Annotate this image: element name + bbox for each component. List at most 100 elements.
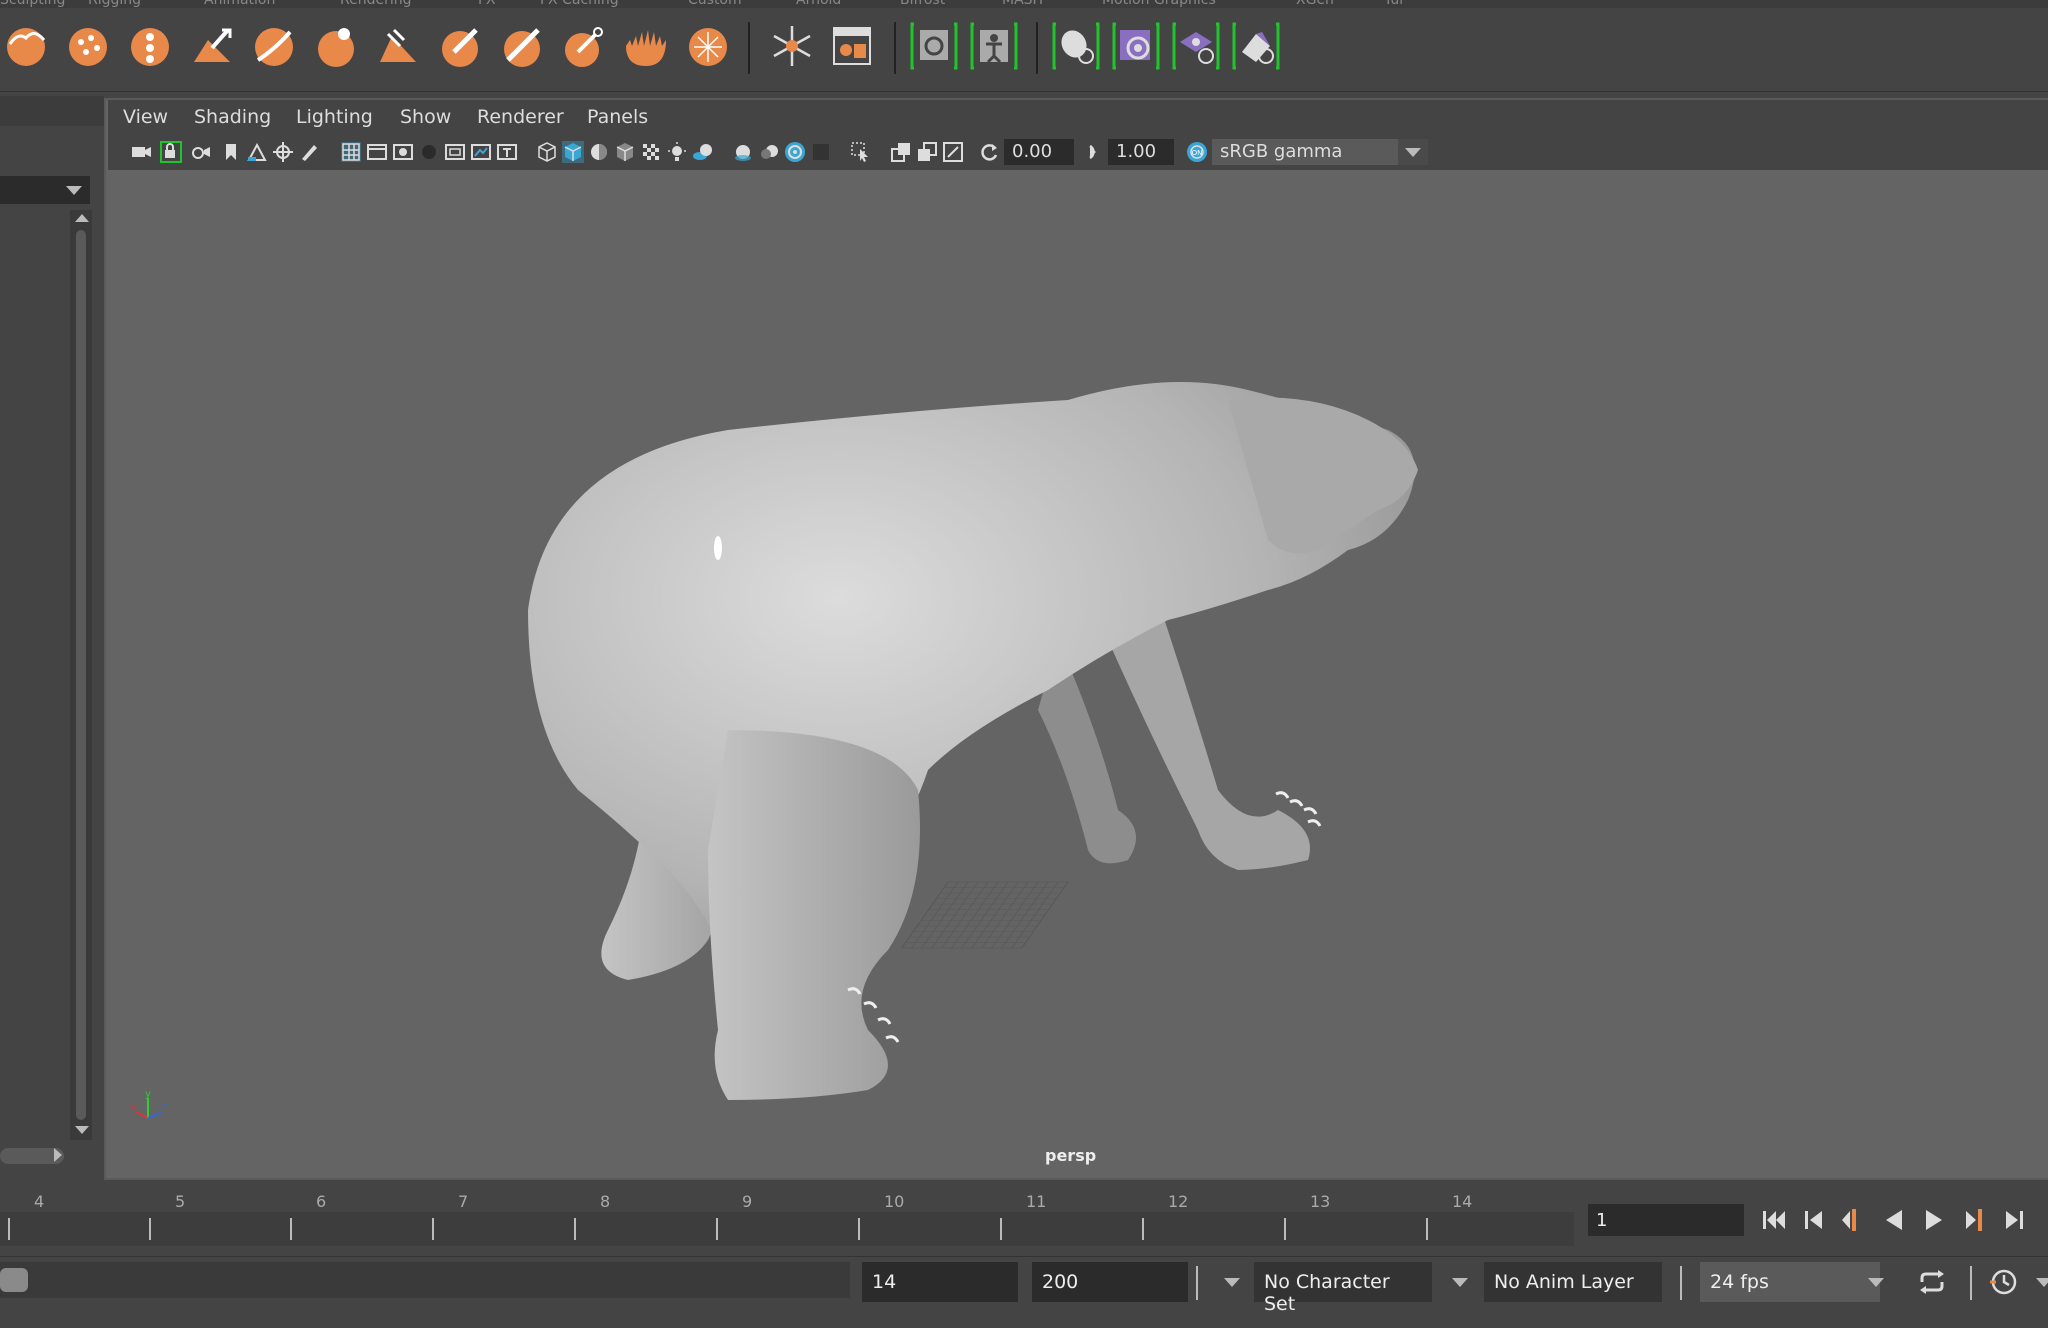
playback-end-field[interactable]: 14	[862, 1262, 1018, 1302]
wireframe-icon[interactable]	[536, 141, 558, 163]
bifrost-graph-icon[interactable]	[910, 22, 958, 70]
depth-of-field-icon[interactable]	[810, 141, 832, 163]
step-back-frame-icon[interactable]	[1840, 1206, 1868, 1234]
uv-editor-icon[interactable]	[828, 22, 876, 70]
mash-distribute-icon[interactable]	[1112, 22, 1160, 70]
motion-blur-icon[interactable]	[758, 141, 780, 163]
foamy-tool-icon[interactable]	[374, 22, 422, 70]
chevron-down-icon[interactable]	[1224, 1278, 1240, 1287]
menu-view[interactable]: View	[123, 106, 168, 128]
menu-renderer[interactable]: Renderer	[477, 106, 564, 128]
menu-shading[interactable]: Shading	[194, 106, 271, 128]
xray-joints-icon[interactable]	[916, 141, 938, 163]
time-slider-track[interactable]	[0, 1212, 1574, 1246]
loop-icon[interactable]	[1916, 1268, 1948, 1296]
shelf-tab[interactable]: Custom	[688, 0, 742, 8]
left-scroll-thumb[interactable]	[76, 230, 86, 1120]
2d-pan-zoom-icon[interactable]	[272, 141, 294, 163]
image-plane-icon[interactable]	[246, 141, 268, 163]
bifrost-character-icon[interactable]	[970, 22, 1018, 70]
isolate-select-icon[interactable]	[850, 141, 872, 163]
gamma-reset-icon[interactable]	[1082, 141, 1104, 163]
freeze-tool-icon[interactable]	[768, 22, 816, 70]
step-forward-frame-icon[interactable]	[1962, 1206, 1990, 1234]
3d-viewport[interactable]: x y z	[108, 170, 2048, 1176]
scroll-down-icon[interactable]	[75, 1126, 89, 1134]
xray-icon[interactable]	[890, 141, 912, 163]
bookmark-icon[interactable]	[220, 141, 242, 163]
spray-tool-icon[interactable]	[436, 22, 484, 70]
multisample-aa-icon[interactable]	[784, 141, 806, 163]
screen-space-ao-icon[interactable]	[732, 141, 754, 163]
safe-action-icon[interactable]	[470, 141, 492, 163]
exposure-field[interactable]: 0.00	[1004, 139, 1074, 165]
mash-network-icon[interactable]	[1172, 22, 1220, 70]
grid-icon[interactable]	[340, 141, 362, 163]
shelf-tab[interactable]: XGen	[1296, 0, 1334, 8]
sculpt-tool-icon[interactable]	[2, 22, 50, 70]
step-back-key-icon[interactable]	[1800, 1206, 1828, 1234]
textured-icon[interactable]	[640, 141, 662, 163]
flatten-tool-icon[interactable]	[312, 22, 360, 70]
grab-tool-icon[interactable]	[188, 22, 236, 70]
shadows-icon[interactable]	[692, 141, 714, 163]
film-gate-icon[interactable]	[366, 141, 388, 163]
shelf-tab[interactable]: Motion Graphics	[1102, 0, 1216, 8]
shelf-tab[interactable]: FX Caching	[540, 0, 619, 8]
mash-create-icon[interactable]	[1052, 22, 1100, 70]
shelf-tab[interactable]: Bifrost	[900, 0, 945, 8]
play-forwards-icon[interactable]	[1920, 1206, 1948, 1234]
play-backwards-icon[interactable]	[1880, 1206, 1908, 1234]
default-material-icon[interactable]	[588, 141, 610, 163]
resolution-gate-icon[interactable]	[392, 141, 414, 163]
scrape-tool-icon[interactable]	[684, 22, 732, 70]
wax-tool-icon[interactable]	[622, 22, 670, 70]
color-management-toggle-icon[interactable]: ON	[1186, 141, 1208, 163]
shelf-tab[interactable]: Tur	[1384, 0, 1405, 8]
animation-preferences-icon[interactable]	[1988, 1266, 2020, 1298]
smooth-shade-icon[interactable]	[562, 141, 584, 163]
wireframe-on-shaded-icon[interactable]	[614, 141, 636, 163]
shelf-tab[interactable]: MASH	[1002, 0, 1043, 8]
smooth-tool-icon[interactable]	[64, 22, 112, 70]
shelf-tab[interactable]: Arnold	[796, 0, 841, 8]
exposure-reset-icon[interactable]	[978, 141, 1000, 163]
chevron-down-icon[interactable]	[1452, 1278, 1468, 1287]
shelf-tab[interactable]: Animation	[204, 0, 275, 8]
safe-title-icon[interactable]	[496, 141, 518, 163]
menu-panels[interactable]: Panels	[587, 106, 648, 128]
color-space-dropdown[interactable]: sRGB gamma	[1212, 139, 1428, 165]
range-slider[interactable]	[0, 1262, 850, 1298]
anim-layer-dropdown[interactable]: No Anim Layer	[1484, 1262, 1662, 1302]
xray-components-icon[interactable]	[942, 141, 964, 163]
menu-lighting[interactable]: Lighting	[296, 106, 373, 128]
shelf-tab[interactable]: Sculpting	[0, 0, 65, 8]
bear-model[interactable]	[108, 170, 2048, 1176]
character-set-dropdown[interactable]: No Character Set	[1254, 1262, 1432, 1315]
range-slider-handle[interactable]	[0, 1268, 28, 1292]
pinch-tool-icon[interactable]	[250, 22, 298, 70]
current-frame-field[interactable]: 1	[1588, 1204, 1744, 1236]
go-to-start-icon[interactable]	[1760, 1206, 1788, 1234]
scroll-up-icon[interactable]	[75, 214, 89, 222]
imprint-tool-icon[interactable]	[560, 22, 608, 70]
field-chart-icon[interactable]	[444, 141, 466, 163]
step-forward-key-icon[interactable]	[2000, 1206, 2028, 1234]
shelf-tab[interactable]: Rendering	[340, 0, 412, 8]
camera-attributes-icon[interactable]	[190, 141, 212, 163]
shelf-tab[interactable]: Rigging	[88, 0, 141, 8]
relax-tool-icon[interactable]	[126, 22, 174, 70]
animation-end-field[interactable]: 200	[1032, 1262, 1188, 1302]
lock-camera-icon[interactable]	[160, 141, 182, 163]
gamma-field[interactable]: 1.00	[1108, 139, 1174, 165]
menu-show[interactable]: Show	[400, 106, 451, 128]
fps-dropdown[interactable]: 24 fps	[1700, 1262, 1880, 1302]
gate-mask-icon[interactable]	[418, 141, 440, 163]
repeat-tool-icon[interactable]	[498, 22, 546, 70]
camera-select-icon[interactable]	[130, 141, 152, 163]
mash-flight-icon[interactable]	[1232, 22, 1280, 70]
grease-pencil-icon[interactable]	[298, 141, 320, 163]
use-all-lights-icon[interactable]	[666, 141, 688, 163]
shelf-tab[interactable]: FX	[478, 0, 496, 8]
scroll-right-icon[interactable]	[54, 1148, 62, 1162]
